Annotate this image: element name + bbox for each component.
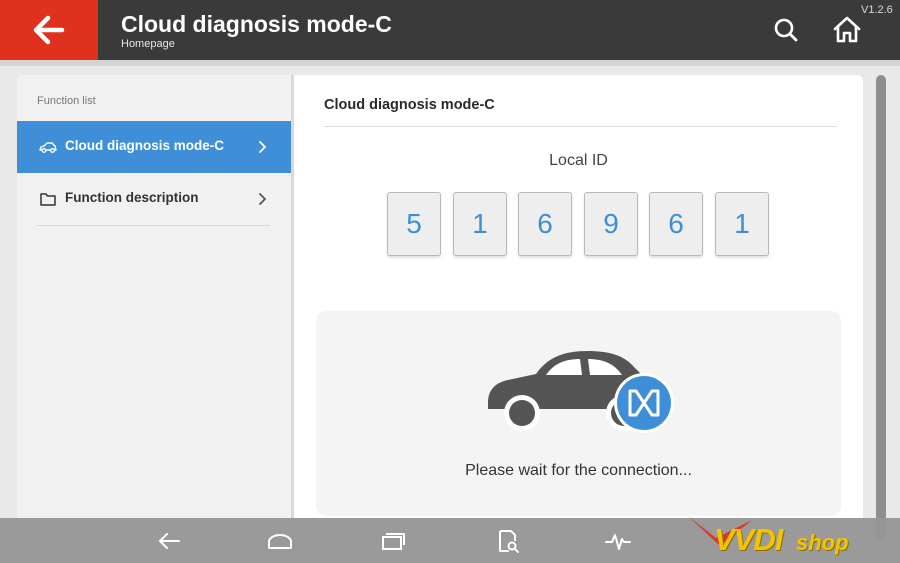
home-icon	[833, 16, 861, 43]
scrollbar[interactable]	[876, 75, 886, 540]
main-content-panel: Cloud diagnosis mode-C Local ID 5 1 6 9 …	[294, 75, 863, 520]
version-label: V1.2.6	[861, 4, 893, 16]
nav-recents-icon[interactable]	[380, 528, 406, 554]
nav-search-doc-icon[interactable]	[495, 528, 521, 554]
content-title: Cloud diagnosis mode-C	[324, 97, 495, 113]
nav-home-icon[interactable]	[267, 528, 293, 554]
search-button[interactable]	[772, 16, 800, 44]
breadcrumb: Homepage	[121, 38, 175, 50]
sidebar-item-label: Cloud diagnosis mode-C	[65, 138, 225, 153]
local-id-digit: 1	[715, 192, 769, 256]
local-id-digit: 6	[518, 192, 572, 256]
home-button[interactable]	[832, 15, 862, 45]
back-button[interactable]	[0, 0, 98, 60]
car-connection-icon	[488, 351, 674, 433]
local-id-digits: 5 1 6 9 6 1	[387, 192, 770, 256]
folder-icon	[40, 193, 56, 206]
app-header: Cloud diagnosis mode-C Homepage V1.2.6	[0, 0, 900, 60]
connection-status-box: Please wait for the connection...	[316, 311, 841, 516]
nav-back-icon[interactable]	[156, 528, 182, 554]
local-id-digit: 1	[453, 192, 507, 256]
page-title: Cloud diagnosis mode-C	[121, 11, 392, 37]
local-id-label: Local ID	[549, 152, 608, 169]
search-icon	[774, 18, 798, 42]
chevron-right-icon	[259, 193, 267, 205]
connection-wait-message: Please wait for the connection...	[465, 462, 692, 479]
title-divider	[324, 126, 837, 127]
vvdi-shop-watermark: VVDI shop	[686, 510, 886, 563]
sidebar-item-label: Function description	[65, 190, 199, 205]
local-id-digit: 5	[387, 192, 441, 256]
local-id-digit: 9	[584, 192, 638, 256]
sidebar-item-cloud-diagnosis[interactable]: Cloud diagnosis mode-C	[17, 121, 291, 173]
local-id-digit: 6	[649, 192, 703, 256]
list-divider	[37, 225, 270, 226]
car-icon	[39, 142, 57, 153]
nav-pulse-icon[interactable]	[605, 528, 631, 554]
watermark-brand: VVDI	[714, 522, 783, 557]
back-arrow-icon	[33, 15, 65, 45]
sidebar-item-function-description[interactable]: Function description	[17, 173, 291, 225]
header-divider	[0, 60, 900, 66]
chevron-right-icon	[259, 141, 267, 153]
watermark-suffix: shop	[796, 530, 849, 555]
function-list-label: Function list	[37, 95, 96, 107]
function-list-panel: Function list Cloud diagnosis mode-C Fun…	[17, 75, 291, 520]
